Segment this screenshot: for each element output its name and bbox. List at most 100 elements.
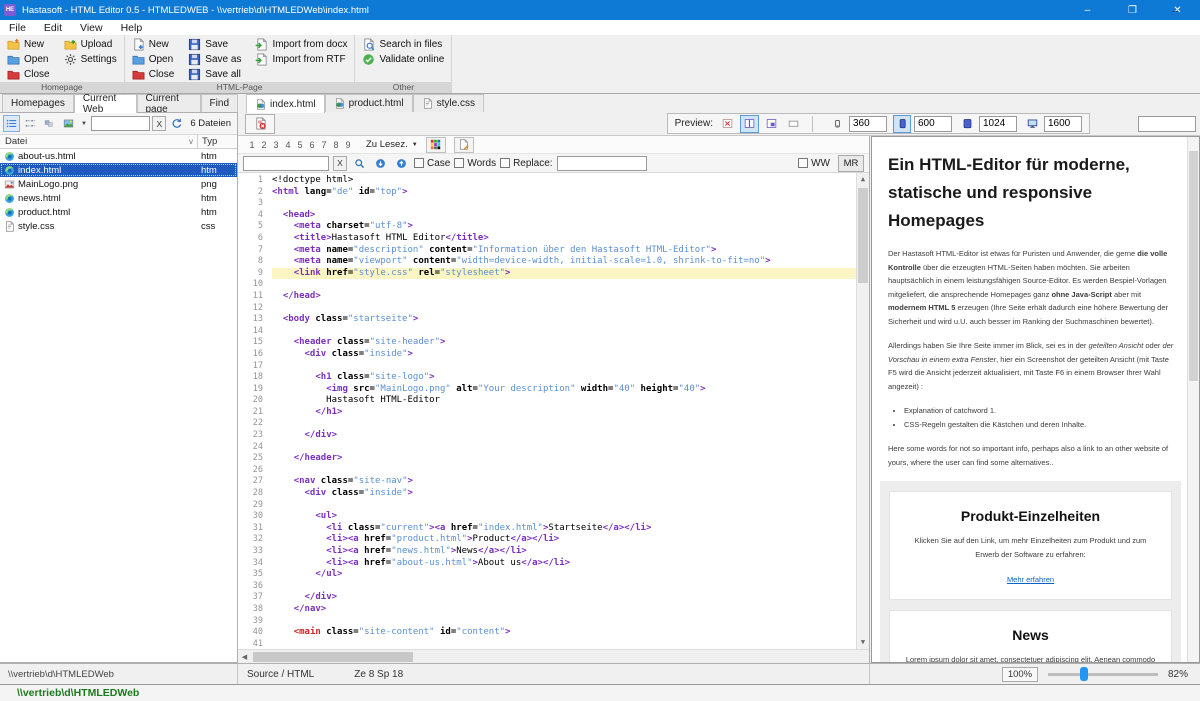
macro-record-button[interactable]: MR	[838, 155, 864, 172]
search-button[interactable]	[351, 155, 368, 172]
code-line-37[interactable]: 37 </div>	[238, 592, 869, 604]
ribbon-button-new[interactable]: New	[127, 37, 180, 52]
ribbon-button-open[interactable]: Open	[2, 52, 55, 67]
word-wrap-option[interactable]: WW	[798, 158, 830, 169]
bookmark-7[interactable]: 7	[318, 140, 330, 150]
file-filter-input[interactable]	[91, 116, 150, 131]
code-line-15[interactable]: 15 <header class="site-header">	[238, 337, 869, 349]
code-line-10[interactable]: 10	[238, 279, 869, 291]
slider-track[interactable]	[1048, 673, 1158, 676]
preview-width-input-1600[interactable]	[1044, 116, 1082, 132]
toolbar-right-input[interactable]	[1138, 116, 1196, 132]
left-tab-current-web[interactable]: Current Web	[74, 94, 137, 113]
color-palette-button[interactable]	[426, 137, 446, 153]
find-prev-button[interactable]	[393, 155, 410, 172]
code-line-11[interactable]: 11 </head>	[238, 291, 869, 303]
scrollbar-thumb[interactable]	[253, 652, 413, 662]
device-phone-s-button[interactable]	[828, 115, 846, 133]
device-tablet-button[interactable]	[958, 115, 976, 133]
file-row-mainlogo-png[interactable]: MainLogo.png png	[0, 177, 237, 191]
code-line-17[interactable]: 17	[238, 361, 869, 373]
ribbon-button-validate-online[interactable]: Validate online	[357, 52, 449, 67]
preview-mode-split-h-button[interactable]	[784, 115, 803, 133]
words-option[interactable]: Words	[454, 158, 496, 169]
file-row-style-css[interactable]: style.css css	[0, 219, 237, 233]
code-line-32[interactable]: 32 <li><a href="product.html">Product</a…	[238, 534, 869, 546]
code-line-29[interactable]: 29	[238, 500, 869, 512]
preview-mode-split-v-button[interactable]	[740, 115, 759, 133]
maximize-button[interactable]: ❐	[1110, 0, 1155, 20]
word-wrap-checkbox[interactable]	[798, 158, 808, 168]
editor-horizontal-scrollbar[interactable]: ◀	[238, 649, 869, 663]
close-page-button[interactable]	[245, 114, 275, 134]
code-line-36[interactable]: 36	[238, 581, 869, 593]
code-line-20[interactable]: 20 Hastasoft HTML-Editor	[238, 395, 869, 407]
clear-filter-button[interactable]: X	[152, 116, 166, 131]
bookmark-9[interactable]: 9	[342, 140, 354, 150]
slider-thumb[interactable]	[1080, 667, 1088, 681]
editor-tab-style-css[interactable]: style.css	[413, 94, 484, 112]
code-line-7[interactable]: 7 <meta name="description" content="Info…	[238, 245, 869, 257]
device-phone-m-button[interactable]	[893, 115, 911, 133]
bookmark-dropdown[interactable]: Zu Lesez. ▼	[366, 139, 418, 150]
replace-option[interactable]: Replace:	[500, 158, 552, 169]
column-header-name[interactable]: Datei v	[0, 136, 197, 147]
code-line-19[interactable]: 19 <img src="MainLogo.png" alt="Your des…	[238, 384, 869, 396]
replace-checkbox[interactable]	[500, 158, 510, 168]
code-line-31[interactable]: 31 <li class="current"><a href="index.ht…	[238, 523, 869, 535]
ribbon-button-upload[interactable]: Upload	[59, 37, 122, 52]
bookmark-8[interactable]: 8	[330, 140, 342, 150]
ribbon-button-save-all[interactable]: Save all	[183, 67, 246, 82]
ribbon-button-open[interactable]: Open	[127, 52, 180, 67]
zoom-reset-button[interactable]: 100%	[1002, 667, 1038, 682]
code-line-25[interactable]: 25 </header>	[238, 453, 869, 465]
ribbon-button-import-from-docx[interactable]: Import from docx	[250, 37, 352, 52]
ribbon-button-close[interactable]: Close	[2, 67, 55, 82]
code-line-34[interactable]: 34 <li><a href="about-us.html">About us<…	[238, 558, 869, 570]
list-view-button[interactable]	[3, 115, 20, 132]
scroll-down-icon[interactable]: ▼	[857, 636, 869, 649]
code-line-18[interactable]: 18 <h1 class="site-logo">	[238, 372, 869, 384]
code-line-24[interactable]: 24	[238, 442, 869, 454]
code-line-35[interactable]: 35 </ul>	[238, 569, 869, 581]
code-line-23[interactable]: 23 </div>	[238, 430, 869, 442]
code-line-16[interactable]: 16 <div class="inside">	[238, 349, 869, 361]
ribbon-button-close[interactable]: Close	[127, 67, 180, 82]
code-line-33[interactable]: 33 <li><a href="news.html">News</a></li>	[238, 546, 869, 558]
ribbon-button-import-from-rtf[interactable]: Import from RTF	[250, 52, 352, 67]
code-line-4[interactable]: 4 <head>	[238, 210, 869, 222]
file-row-product-html[interactable]: product.html htm	[0, 205, 237, 219]
code-line-6[interactable]: 6 <title>Hastasoft HTML Editor</title>	[238, 233, 869, 245]
words-checkbox[interactable]	[454, 158, 464, 168]
bookmark-6[interactable]: 6	[306, 140, 318, 150]
code-line-9[interactable]: 9 <link href="style.css" rel="stylesheet…	[238, 268, 869, 280]
code-line-14[interactable]: 14	[238, 326, 869, 338]
thumbs-view-button[interactable]	[60, 115, 77, 132]
menu-item-file[interactable]: File	[0, 22, 35, 34]
code-line-40[interactable]: 40 <main class="site-content" id="conten…	[238, 627, 869, 639]
menu-item-edit[interactable]: Edit	[35, 22, 71, 34]
device-monitor-button[interactable]	[1023, 115, 1041, 133]
preview-width-input-360[interactable]	[849, 116, 887, 132]
code-line-28[interactable]: 28 <div class="inside">	[238, 488, 869, 500]
edit-page-button[interactable]	[454, 137, 474, 153]
code-line-38[interactable]: 38 </nav>	[238, 604, 869, 616]
file-row-news-html[interactable]: news.html htm	[0, 191, 237, 205]
code-line-41[interactable]: 41	[238, 639, 869, 649]
code-line-21[interactable]: 21 </h1>	[238, 407, 869, 419]
preview-scrollbar[interactable]	[1187, 137, 1199, 662]
code-line-8[interactable]: 8 <meta name="viewport" content="width=d…	[238, 256, 869, 268]
refresh-button[interactable]	[168, 115, 185, 132]
menu-item-help[interactable]: Help	[112, 22, 152, 34]
preview-width-input-1024[interactable]	[979, 116, 1017, 132]
code-line-26[interactable]: 26	[238, 465, 869, 477]
code-line-27[interactable]: 27 <nav class="site-nav">	[238, 476, 869, 488]
ribbon-button-search-in-files[interactable]: Search in files	[357, 37, 449, 52]
file-row-index-html[interactable]: index.html htm	[0, 163, 237, 177]
bookmark-1[interactable]: 1	[246, 140, 258, 150]
ribbon-button-new[interactable]: New	[2, 37, 55, 52]
code-line-5[interactable]: 5 <meta charset="utf-8">	[238, 221, 869, 233]
bookmark-5[interactable]: 5	[294, 140, 306, 150]
details-view-button[interactable]	[22, 115, 39, 132]
scroll-left-icon[interactable]: ◀	[238, 653, 251, 661]
